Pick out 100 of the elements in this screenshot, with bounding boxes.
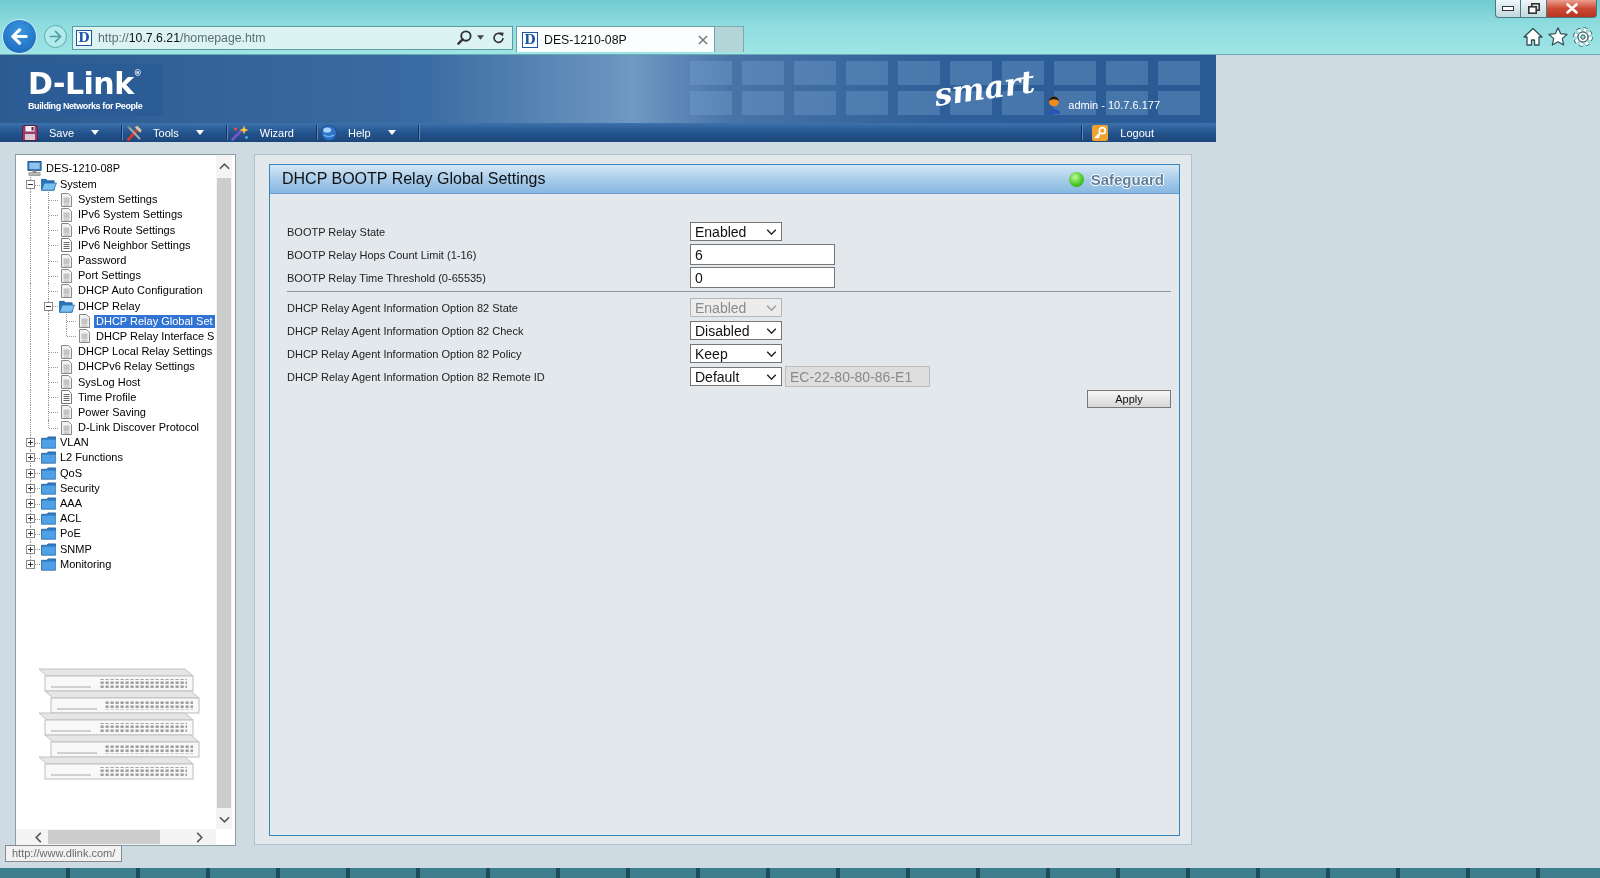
apply-button[interactable]: Apply bbox=[1087, 390, 1171, 408]
page-icon bbox=[79, 314, 90, 329]
expand-toggle-icon[interactable] bbox=[26, 544, 35, 554]
menu-item[interactable]: Help bbox=[321, 123, 418, 142]
tree-item[interactable]: QoS bbox=[58, 466, 84, 480]
tree-item[interactable]: D-Link Discover Protocol bbox=[76, 421, 202, 435]
caret-down-icon bbox=[387, 130, 396, 135]
expand-toggle-icon[interactable] bbox=[26, 529, 35, 539]
page-icon bbox=[61, 375, 72, 390]
scrollbar-thumb[interactable] bbox=[48, 830, 160, 844]
chevron-down-icon bbox=[766, 228, 777, 235]
vertical-scrollbar[interactable] bbox=[216, 155, 232, 829]
tree-item[interactable]: SysLog Host bbox=[76, 375, 143, 389]
logo-tagline: Building Networks for People bbox=[28, 101, 143, 111]
page-icon bbox=[61, 283, 72, 298]
search-icon[interactable] bbox=[457, 30, 472, 45]
dropdown-field[interactable]: Default bbox=[690, 367, 782, 386]
tree-item[interactable]: L2 Functions bbox=[58, 451, 125, 465]
magic-wand-icon bbox=[230, 124, 249, 141]
dropdown-field[interactable]: Enabled bbox=[690, 222, 782, 241]
expand-toggle-icon[interactable] bbox=[26, 468, 35, 478]
browser-tab[interactable]: D DES-1210-08P bbox=[516, 26, 715, 52]
tree-item[interactable]: IPv6 Neighbor Settings bbox=[76, 238, 193, 252]
menu-item[interactable]: Save bbox=[22, 123, 122, 142]
arrow-left-icon bbox=[11, 28, 28, 45]
chevron-down-icon bbox=[766, 327, 777, 334]
tree-item[interactable]: Power Saving bbox=[76, 405, 148, 419]
caret-down-icon[interactable] bbox=[477, 35, 484, 40]
expand-toggle-icon[interactable] bbox=[26, 438, 35, 448]
tree-item[interactable]: Monitoring bbox=[58, 557, 114, 571]
field-label: DHCP Relay Agent Information Option 82 Remote ID bbox=[287, 370, 546, 383]
folder-icon bbox=[41, 466, 56, 480]
back-button[interactable] bbox=[2, 19, 37, 54]
person-icon bbox=[1047, 96, 1062, 114]
logo-text: D-Link$^{®}$ bbox=[28, 69, 142, 98]
folder-icon bbox=[41, 527, 56, 541]
dropdown-field[interactable]: Disabled bbox=[690, 321, 782, 340]
tree-item[interactable]: AAA bbox=[58, 497, 84, 511]
logout-button[interactable]: Logout bbox=[1086, 123, 1176, 142]
folder-icon bbox=[41, 512, 56, 526]
panel-title: DHCP BOOTP Relay Global Settings bbox=[282, 170, 547, 188]
page-icon bbox=[61, 207, 72, 222]
folder-icon bbox=[41, 542, 56, 556]
caret-down-icon bbox=[91, 130, 100, 135]
settings-icon[interactable] bbox=[1573, 26, 1593, 47]
menu-item[interactable]: Wizard bbox=[230, 123, 316, 142]
menu-item[interactable]: Tools bbox=[126, 123, 226, 142]
horizontal-scrollbar[interactable] bbox=[16, 829, 216, 845]
refresh-icon[interactable] bbox=[492, 31, 505, 44]
open-folder-icon bbox=[58, 299, 75, 313]
tree-item[interactable]: DHCP Relay Interface S bbox=[94, 329, 217, 343]
expand-toggle-icon[interactable] bbox=[26, 514, 35, 524]
page-icon bbox=[61, 223, 72, 238]
tree-item[interactable]: PoE bbox=[58, 527, 83, 541]
tree-item[interactable]: DHCP Relay Global Set bbox=[94, 314, 215, 328]
text-field[interactable]: 0 bbox=[690, 267, 835, 288]
tree-item[interactable]: VLAN bbox=[58, 436, 91, 450]
tree-item[interactable]: SNMP bbox=[58, 542, 94, 556]
minimize-button[interactable] bbox=[1495, 0, 1521, 18]
expand-toggle-icon[interactable] bbox=[26, 483, 35, 493]
close-window-button[interactable] bbox=[1547, 0, 1597, 18]
chevron-down-icon[interactable] bbox=[218, 816, 230, 823]
collapse-toggle-icon[interactable] bbox=[26, 180, 35, 190]
expand-toggle-icon[interactable] bbox=[26, 453, 35, 463]
tree-item[interactable]: Time Profile bbox=[76, 390, 139, 404]
close-icon bbox=[1565, 3, 1578, 14]
chevron-left-icon[interactable] bbox=[35, 831, 42, 843]
site-favicon: D bbox=[522, 31, 538, 48]
tree-item[interactable]: Port Settings bbox=[76, 269, 143, 283]
tree-item[interactable]: Security bbox=[58, 481, 102, 495]
restore-icon bbox=[1527, 3, 1540, 14]
tree-item[interactable]: DHCP Relay bbox=[76, 299, 143, 313]
star-icon[interactable] bbox=[1548, 27, 1568, 46]
user-info: admin - 10.7.6.177 bbox=[1068, 99, 1160, 111]
home-icon[interactable] bbox=[1523, 27, 1543, 46]
field-label: DHCP Relay Agent Information Option 82 Check bbox=[287, 324, 525, 337]
chevron-up-icon[interactable] bbox=[218, 163, 230, 170]
expand-toggle-icon[interactable] bbox=[26, 499, 35, 509]
tree-item[interactable]: IPv6 System Settings bbox=[76, 208, 185, 222]
tree-item[interactable]: Password bbox=[76, 254, 129, 268]
tree-item[interactable]: DHCP Local Relay Settings bbox=[76, 345, 215, 359]
chevron-right-icon[interactable] bbox=[196, 831, 203, 843]
dropdown-field[interactable]: Keep bbox=[690, 344, 782, 363]
collapse-toggle-icon[interactable] bbox=[44, 301, 53, 311]
page-icon bbox=[61, 420, 72, 435]
address-field[interactable]: D http://10.7.6.21/homepage.htm bbox=[72, 25, 513, 50]
scrollbar-thumb[interactable] bbox=[217, 178, 231, 808]
tree-item[interactable]: IPv6 Route Settings bbox=[76, 223, 178, 237]
tree-item[interactable]: System Settings bbox=[76, 193, 160, 207]
edition-logo-text: smart bbox=[932, 65, 1037, 111]
tree-item[interactable]: DES-1210-08P bbox=[44, 161, 122, 175]
tree-item[interactable]: DHCP Auto Configuration bbox=[76, 284, 205, 298]
tree-item[interactable]: System bbox=[58, 178, 99, 192]
text-page-icon bbox=[61, 238, 72, 253]
close-icon[interactable] bbox=[698, 34, 708, 45]
tree-item[interactable]: DHCPv6 Relay Settings bbox=[76, 360, 197, 374]
restore-button[interactable] bbox=[1521, 0, 1547, 18]
text-field[interactable]: 6 bbox=[690, 244, 835, 265]
tree-item[interactable]: ACL bbox=[58, 512, 84, 526]
expand-toggle-icon[interactable] bbox=[26, 559, 35, 569]
